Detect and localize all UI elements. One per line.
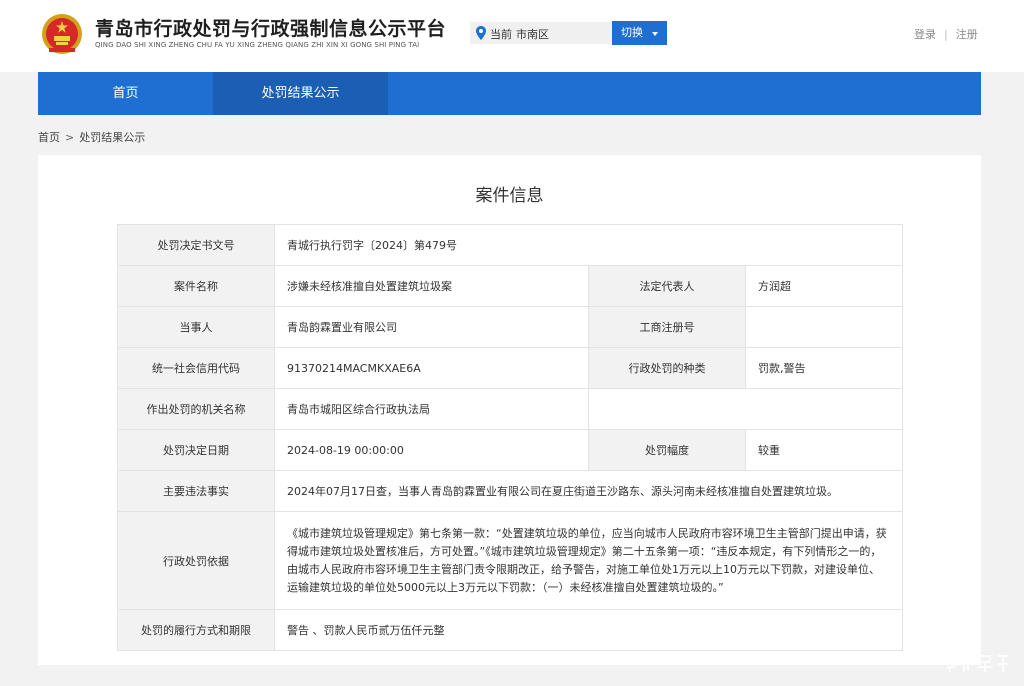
decision-date-value: 2024-08-19 00:00:00 bbox=[274, 429, 589, 471]
legal-rep-label: 法定代表人 bbox=[588, 265, 746, 307]
biz-reg-no-label: 工商注册号 bbox=[588, 306, 746, 348]
site-title: 青岛市行政处罚与行政强制信息公示平台 bbox=[95, 18, 447, 40]
switch-city-button[interactable]: 切换 bbox=[612, 21, 667, 45]
watermark-logo bbox=[945, 655, 1008, 672]
nav-item-penalty-results[interactable]: 处罚结果公示 bbox=[213, 72, 388, 115]
breadcrumb: 首页 > 处罚结果公示 bbox=[38, 129, 145, 145]
case-name-value: 涉嫌未经核准擅自处置建筑垃圾案 bbox=[274, 265, 589, 307]
decision-date-label: 处罚决定日期 bbox=[117, 429, 275, 471]
violation-facts-label: 主要违法事实 bbox=[117, 470, 275, 512]
site-pinyin: QING DAO SHI XING ZHENG CHU FA YU XING Z… bbox=[95, 41, 420, 49]
table-row: 处罚的履行方式和期限 警告 、罚款人民币贰万伍仟元整 bbox=[117, 609, 903, 651]
case-name-label: 案件名称 bbox=[117, 265, 275, 307]
table-row: 处罚决定日期 2024-08-19 00:00:00 处罚幅度 较重 bbox=[117, 429, 903, 471]
switch-button-label: 切换 bbox=[621, 26, 643, 39]
party-value: 青岛韵霖置业有限公司 bbox=[274, 306, 589, 348]
legal-rep-value: 方润超 bbox=[745, 265, 903, 307]
biz-reg-no-value bbox=[745, 306, 903, 348]
current-city: 市南区 bbox=[516, 28, 549, 41]
nav-item-home[interactable]: 首页 bbox=[38, 72, 213, 115]
table-row: 当事人 青岛韵霖置业有限公司 工商注册号 bbox=[117, 306, 903, 348]
breadcrumb-current: 处罚结果公示 bbox=[79, 131, 146, 144]
table-row: 处罚决定书文号 青城行执行罚字〔2024〕第479号 bbox=[117, 224, 903, 266]
breadcrumb-home[interactable]: 首页 bbox=[38, 131, 60, 144]
doc-no-label: 处罚决定书文号 bbox=[117, 224, 275, 266]
location-prefix: 当前 bbox=[490, 28, 512, 41]
case-info-card: 案件信息 处罚决定书文号 青城行执行罚字〔2024〕第479号 案件名称 涉嫌未… bbox=[38, 155, 981, 665]
location-selector[interactable]: 当前 市南区 bbox=[470, 22, 612, 44]
case-info-title: 案件信息 bbox=[475, 186, 544, 206]
authority-value: 青岛市城阳区综合行政执法局 bbox=[274, 388, 589, 430]
execution-label: 处罚的履行方式和期限 bbox=[117, 609, 275, 651]
national-emblem-icon bbox=[42, 14, 82, 54]
penalty-type-value: 罚款,警告 bbox=[745, 347, 903, 389]
auth-links: 登录 | 注册 bbox=[914, 26, 978, 42]
penalty-type-label: 行政处罚的种类 bbox=[588, 347, 746, 389]
party-label: 当事人 bbox=[117, 306, 275, 348]
penalty-range-label: 处罚幅度 bbox=[588, 429, 746, 471]
table-row: 统一社会信用代码 91370214MACMKXAE6A 行政处罚的种类 罚款,警… bbox=[117, 347, 903, 389]
table-row: 作出处罚的机关名称 青岛市城阳区综合行政执法局 bbox=[117, 388, 903, 430]
case-info-table: 处罚决定书文号 青城行执行罚字〔2024〕第479号 案件名称 涉嫌未经核准擅自… bbox=[117, 224, 903, 651]
empty-cell bbox=[588, 388, 903, 430]
register-link[interactable]: 注册 bbox=[956, 28, 978, 41]
table-row: 案件名称 涉嫌未经核准擅自处置建筑垃圾案 法定代表人 方润超 bbox=[117, 265, 903, 307]
credit-code-value: 91370214MACMKXAE6A bbox=[274, 347, 589, 389]
credit-code-label: 统一社会信用代码 bbox=[117, 347, 275, 389]
execution-value: 警告 、罚款人民币贰万伍仟元整 bbox=[274, 609, 903, 651]
authority-label: 作出处罚的机关名称 bbox=[117, 388, 275, 430]
login-link[interactable]: 登录 bbox=[914, 28, 936, 41]
main-nav: 首页 处罚结果公示 bbox=[38, 72, 981, 115]
penalty-range-value: 较重 bbox=[745, 429, 903, 471]
legal-basis-value: 《城市建筑垃圾管理规定》第七条第一款：“处置建筑垃圾的单位，应当向城市人民政府市… bbox=[274, 511, 903, 610]
breadcrumb-separator: > bbox=[65, 131, 75, 144]
violation-facts-value: 2024年07月17日查，当事人青岛韵霖置业有限公司在夏庄街道王沙路东、源头河南… bbox=[274, 470, 903, 512]
caret-down-icon bbox=[652, 32, 658, 36]
doc-no-value: 青城行执行罚字〔2024〕第479号 bbox=[274, 224, 903, 266]
legal-basis-label: 行政处罚依据 bbox=[117, 511, 275, 610]
location-pin-icon bbox=[476, 26, 486, 40]
table-row: 主要违法事实 2024年07月17日查，当事人青岛韵霖置业有限公司在夏庄街道王沙… bbox=[117, 470, 903, 512]
top-header: 青岛市行政处罚与行政强制信息公示平台 QING DAO SHI XING ZHE… bbox=[0, 0, 1024, 72]
auth-separator: | bbox=[944, 28, 948, 41]
table-row: 行政处罚依据 《城市建筑垃圾管理规定》第七条第一款：“处置建筑垃圾的单位，应当向… bbox=[117, 511, 903, 610]
